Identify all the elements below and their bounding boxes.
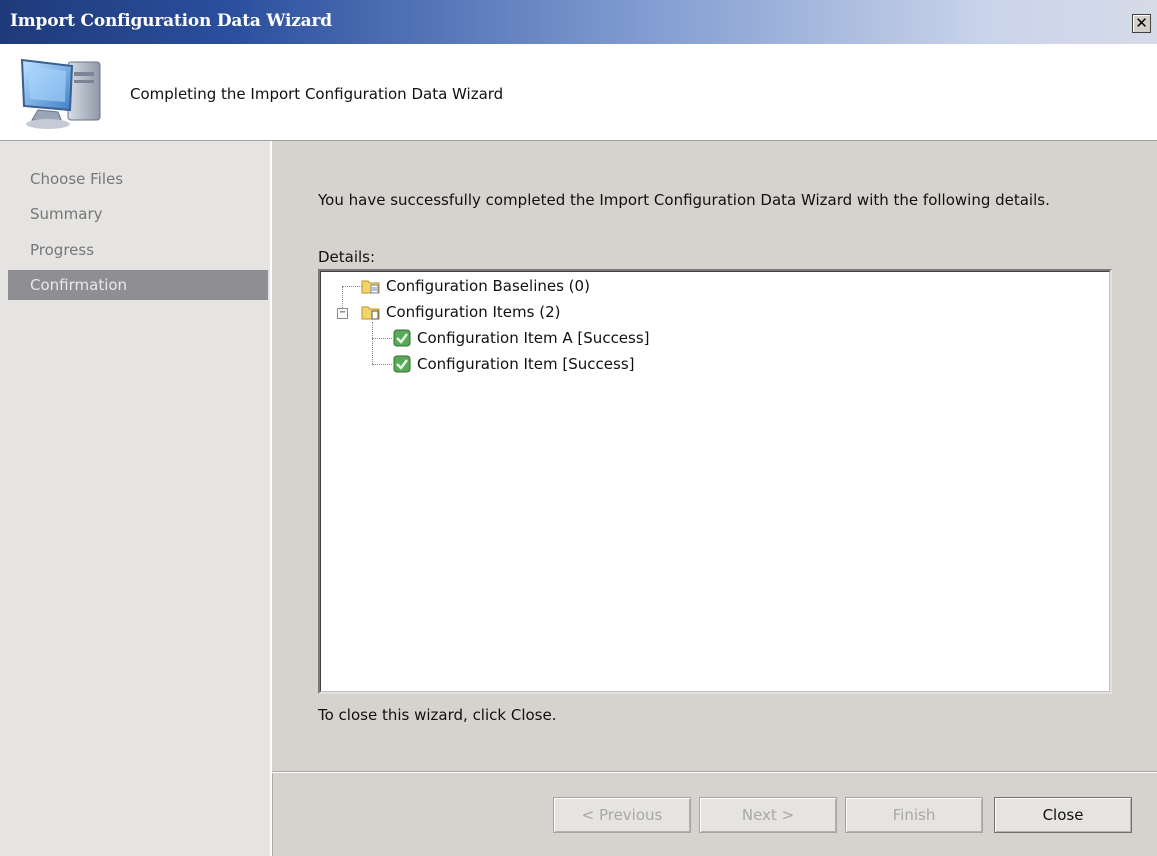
- close-hint: To close this wizard, click Close.: [318, 706, 557, 724]
- folder-items-icon: [361, 306, 380, 320]
- tree-connector: [372, 364, 392, 365]
- header-banner: Completing the Import Configuration Data…: [0, 44, 1157, 141]
- tree-connector: [372, 338, 392, 339]
- tree-node-label: Configuration Baselines (0): [386, 277, 590, 295]
- finish-button[interactable]: Finish: [845, 797, 983, 833]
- computer-icon: [20, 58, 101, 129]
- wizard-window: Import Configuration Data Wizard ✕ Compl…: [0, 0, 1157, 856]
- button-separator: [272, 771, 1157, 773]
- tree-node-label: Configuration Items (2): [386, 303, 561, 321]
- nav-step-summary[interactable]: Summary: [8, 199, 268, 229]
- folder-baseline-icon: [361, 280, 380, 294]
- tree-node[interactable]: Configuration Item [Success]: [392, 352, 635, 376]
- success-check-icon: [393, 329, 411, 347]
- close-window-button[interactable]: ✕: [1132, 14, 1151, 33]
- tree-node-label: Configuration Item A [Success]: [417, 329, 650, 347]
- tree-connector: [342, 286, 362, 287]
- tree-node[interactable]: Configuration Item A [Success]: [392, 326, 650, 350]
- nav-step-choose-files[interactable]: Choose Files: [8, 164, 268, 194]
- collapse-toggle[interactable]: −: [337, 308, 348, 319]
- window-title: Import Configuration Data Wizard: [10, 11, 332, 31]
- details-tree[interactable]: − Configuration Baselines (0) Configurat…: [318, 269, 1112, 694]
- close-button[interactable]: Close: [994, 797, 1132, 833]
- tree-node-label: Configuration Item [Success]: [417, 355, 635, 373]
- completion-message: You have successfully completed the Impo…: [318, 191, 1050, 209]
- nav-step-progress[interactable]: Progress: [8, 235, 268, 265]
- tree-node[interactable]: Configuration Baselines (0): [361, 274, 590, 298]
- nav-step-confirmation[interactable]: Confirmation: [8, 270, 268, 300]
- title-bar: Import Configuration Data Wizard ✕: [0, 0, 1157, 44]
- tree-node[interactable]: Configuration Items (2): [361, 300, 560, 324]
- details-label: Details:: [318, 248, 376, 266]
- previous-button[interactable]: < Previous: [553, 797, 691, 833]
- wizard-heading: Completing the Import Configuration Data…: [130, 85, 504, 103]
- content-panel: You have successfully completed the Impo…: [272, 141, 1157, 771]
- details-tree-inner: − Configuration Baselines (0) Configurat…: [320, 271, 1110, 692]
- wizard-step-nav: Choose Files Summary Progress Confirmati…: [0, 141, 272, 856]
- success-check-icon: [393, 355, 411, 373]
- tree-connector: [372, 322, 373, 364]
- next-button[interactable]: Next >: [699, 797, 837, 833]
